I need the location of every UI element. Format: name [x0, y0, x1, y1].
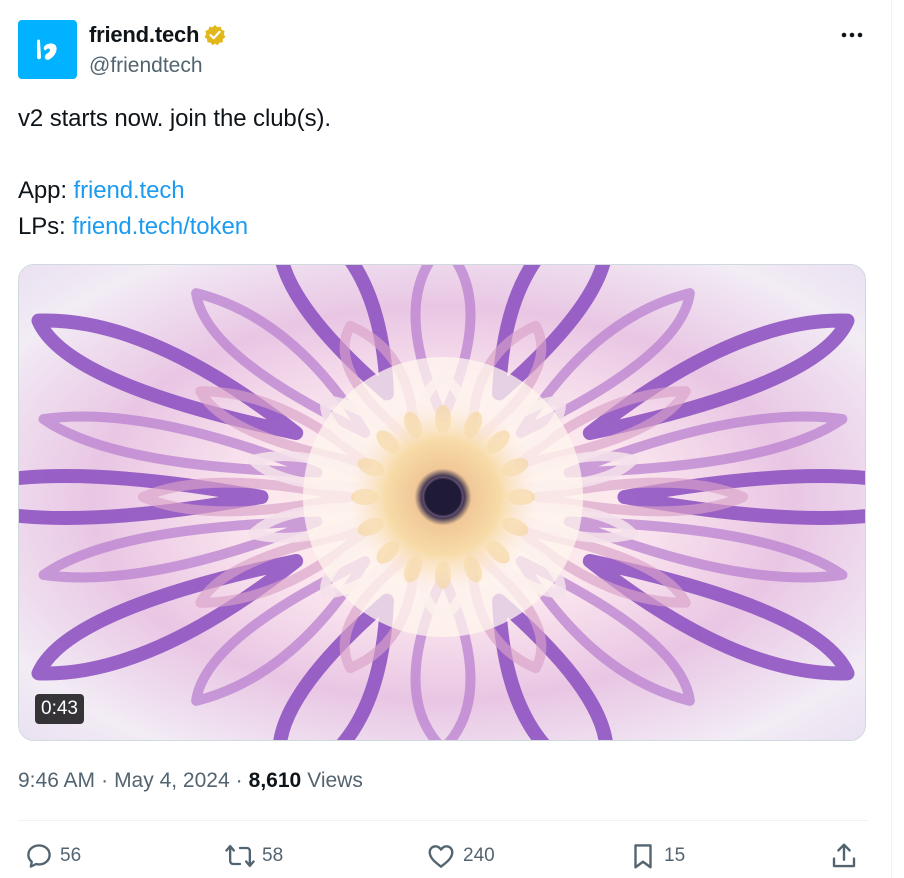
author-name-row: friend.tech — [89, 20, 226, 50]
avatar[interactable] — [18, 20, 77, 79]
bookmark-button[interactable]: 15 — [628, 838, 685, 874]
bookmark-count: 15 — [664, 845, 686, 866]
column-border — [891, 0, 892, 878]
repost-button[interactable]: 58 — [224, 838, 283, 874]
reply-icon — [27, 844, 51, 868]
like-icon — [428, 845, 454, 868]
video-duration-badge: 0:43 — [35, 694, 84, 724]
bookmark-icon — [634, 844, 652, 869]
lps-prefix: LPs: — [18, 213, 73, 240]
tweet-lps-line: LPs: friend.tech/token — [18, 209, 331, 245]
tweet-text: v2 starts now. join the club(s). App: fr… — [18, 101, 331, 245]
like-button[interactable]: 240 — [425, 838, 495, 874]
reply-count: 56 — [60, 845, 82, 866]
friendtech-logo-icon — [36, 39, 57, 60]
views-count: 8,610 — [248, 769, 302, 792]
share-icon — [832, 843, 856, 868]
meta-separator: · — [101, 769, 109, 792]
tweet-app-line: App: friend.tech — [18, 173, 331, 209]
author-display-name[interactable]: friend.tech — [89, 20, 199, 50]
views-label: Views — [307, 769, 363, 792]
more-options-icon — [841, 32, 863, 38]
repost-icon — [225, 844, 255, 868]
tweet-line-1: v2 starts now. join the club(s). — [18, 105, 331, 132]
tweet-date[interactable]: May 4, 2024 — [114, 767, 230, 795]
more-options-button[interactable] — [830, 20, 874, 50]
author-handle[interactable]: @friendtech — [89, 52, 203, 80]
meta-separator-2: · — [235, 769, 243, 792]
video-thumbnail — [19, 265, 865, 740]
tweet-meta: 9:46 AM · May 4, 2024 · 8,610 Views — [18, 767, 363, 795]
lps-link[interactable]: friend.tech/token — [72, 213, 248, 240]
reply-button[interactable]: 56 — [24, 838, 81, 874]
divider — [18, 820, 868, 821]
share-button[interactable] — [829, 838, 859, 874]
video-player[interactable]: 0:43 — [18, 264, 866, 741]
repost-count: 58 — [262, 845, 284, 866]
like-count: 240 — [463, 845, 495, 866]
verified-badge-icon[interactable] — [204, 24, 226, 46]
app-prefix: App: — [18, 177, 74, 204]
tweet-time[interactable]: 9:46 AM — [18, 767, 95, 795]
app-link[interactable]: friend.tech — [74, 177, 185, 204]
